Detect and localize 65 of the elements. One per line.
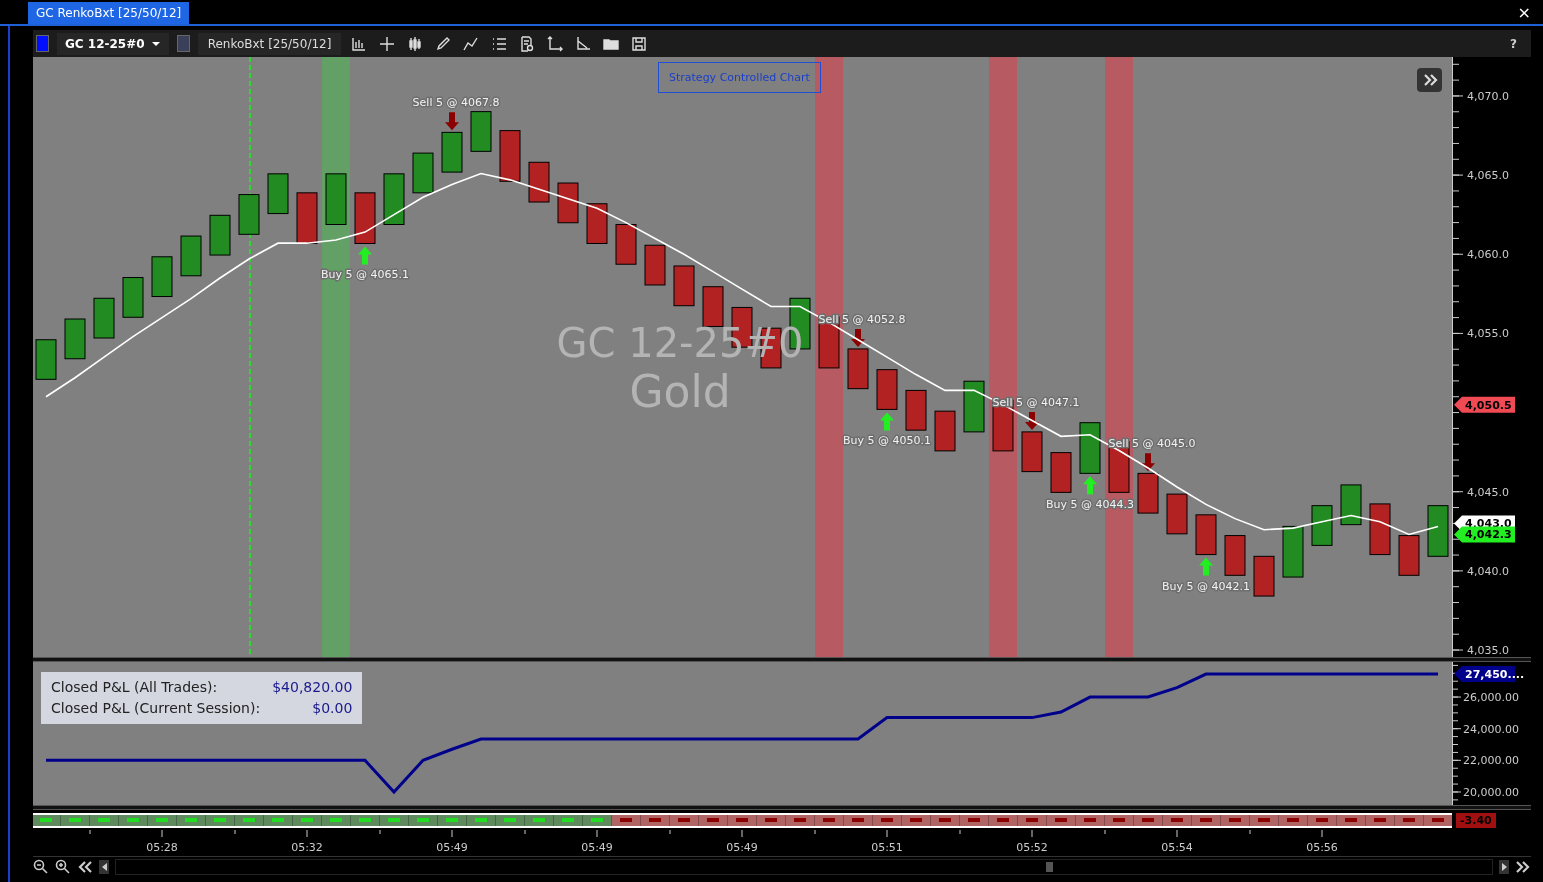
stat-label: Closed P&L (Current Session):	[51, 699, 261, 718]
stat-label: Closed P&L (All Trades):	[51, 678, 219, 697]
time-label: 05:49	[436, 841, 468, 854]
zoom-out-icon[interactable]	[33, 859, 49, 875]
strategy-badge: Strategy Controlled Chart	[658, 62, 821, 93]
list-icon[interactable]	[491, 35, 508, 52]
close-button[interactable]: ×	[1517, 2, 1531, 22]
axis-label: 4,060.0	[1467, 248, 1509, 262]
crosshair-icon[interactable]	[379, 35, 396, 52]
stat-value: $40,820.00	[272, 678, 353, 697]
axis-label: 26,000.00	[1463, 691, 1519, 705]
axis-label: 4,055.0	[1467, 327, 1509, 341]
axis-label: 22,000.00	[1463, 754, 1519, 768]
axis-label: 4,070.0	[1467, 89, 1509, 103]
time-label: 05:49	[726, 841, 758, 854]
double-chevron-right-icon[interactable]	[1515, 859, 1531, 875]
trade-label: Buy 5 @ 4044.3	[1046, 498, 1134, 512]
window-tab[interactable]: GC RenkoBxt [25/50/12]	[28, 2, 190, 24]
scroll-right-button[interactable]	[1499, 860, 1509, 874]
scroll-left-button[interactable]	[99, 860, 109, 874]
axis-icon[interactable]	[575, 35, 592, 52]
axis-label: 24,000.00	[1463, 722, 1519, 736]
bar-chart-icon[interactable]	[351, 35, 368, 52]
trade-label: Sell 5 @ 4067.8	[412, 96, 500, 110]
axis-label: 20,000.00	[1463, 786, 1519, 799]
caret-icon	[150, 40, 161, 47]
trade-label: Buy 5 @ 4065.1	[321, 268, 409, 282]
save-icon[interactable]	[631, 35, 648, 52]
arrow-left-icon	[101, 863, 107, 871]
y-tick-label: 27,450....	[1465, 668, 1525, 682]
pencil-icon[interactable]	[435, 35, 452, 52]
trade-label: Buy 5 @ 4042.1	[1162, 579, 1250, 593]
zoom-in-icon[interactable]	[55, 859, 71, 875]
candlestick-icon[interactable]	[407, 35, 424, 52]
time-label: 05:52	[1016, 841, 1048, 854]
y-tick-label: 4,050.5	[1465, 398, 1512, 412]
line-chart-icon[interactable]	[463, 35, 480, 52]
time-label: 05:28	[146, 841, 178, 854]
arrow-right-icon	[1501, 863, 1507, 871]
time-label: 05:51	[871, 841, 903, 854]
color-swatch[interactable]	[176, 35, 190, 52]
time-label: 05:49	[581, 841, 613, 854]
axis-label: 4,040.0	[1467, 564, 1509, 578]
bar-type-button[interactable]: RenkoBxt [25/50/12]	[197, 32, 342, 55]
price-tag: 4,050.5	[1454, 396, 1515, 413]
price-tag: 4,042.3	[1454, 526, 1515, 543]
double-chevron-left-icon[interactable]	[77, 859, 93, 875]
time-label: 05:56	[1306, 841, 1338, 854]
axis-icon[interactable]	[547, 35, 564, 52]
stat-value: $0.00	[311, 699, 353, 718]
axis-label: 4,065.0	[1467, 169, 1509, 183]
expand-button[interactable]	[1417, 68, 1442, 92]
scroll-thumb[interactable]	[1046, 862, 1053, 872]
trade-label: Buy 5 @ 4050.1	[843, 434, 931, 448]
axis-label: 4,035.0	[1467, 644, 1509, 657]
axis-label: 4,045.0	[1467, 485, 1509, 499]
signal-value-tag: -3.40	[1456, 812, 1496, 828]
help-button[interactable]: ?	[1504, 35, 1523, 52]
scroll-track[interactable]	[115, 859, 1493, 875]
double-chevron-icon	[1421, 72, 1438, 88]
time-label: 05:54	[1161, 841, 1193, 854]
instrument-dropdown[interactable]: GC 12-25#0	[57, 32, 169, 55]
color-swatch[interactable]	[36, 35, 49, 52]
time-label: 05:32	[291, 841, 323, 854]
document-search-icon[interactable]	[519, 35, 536, 52]
